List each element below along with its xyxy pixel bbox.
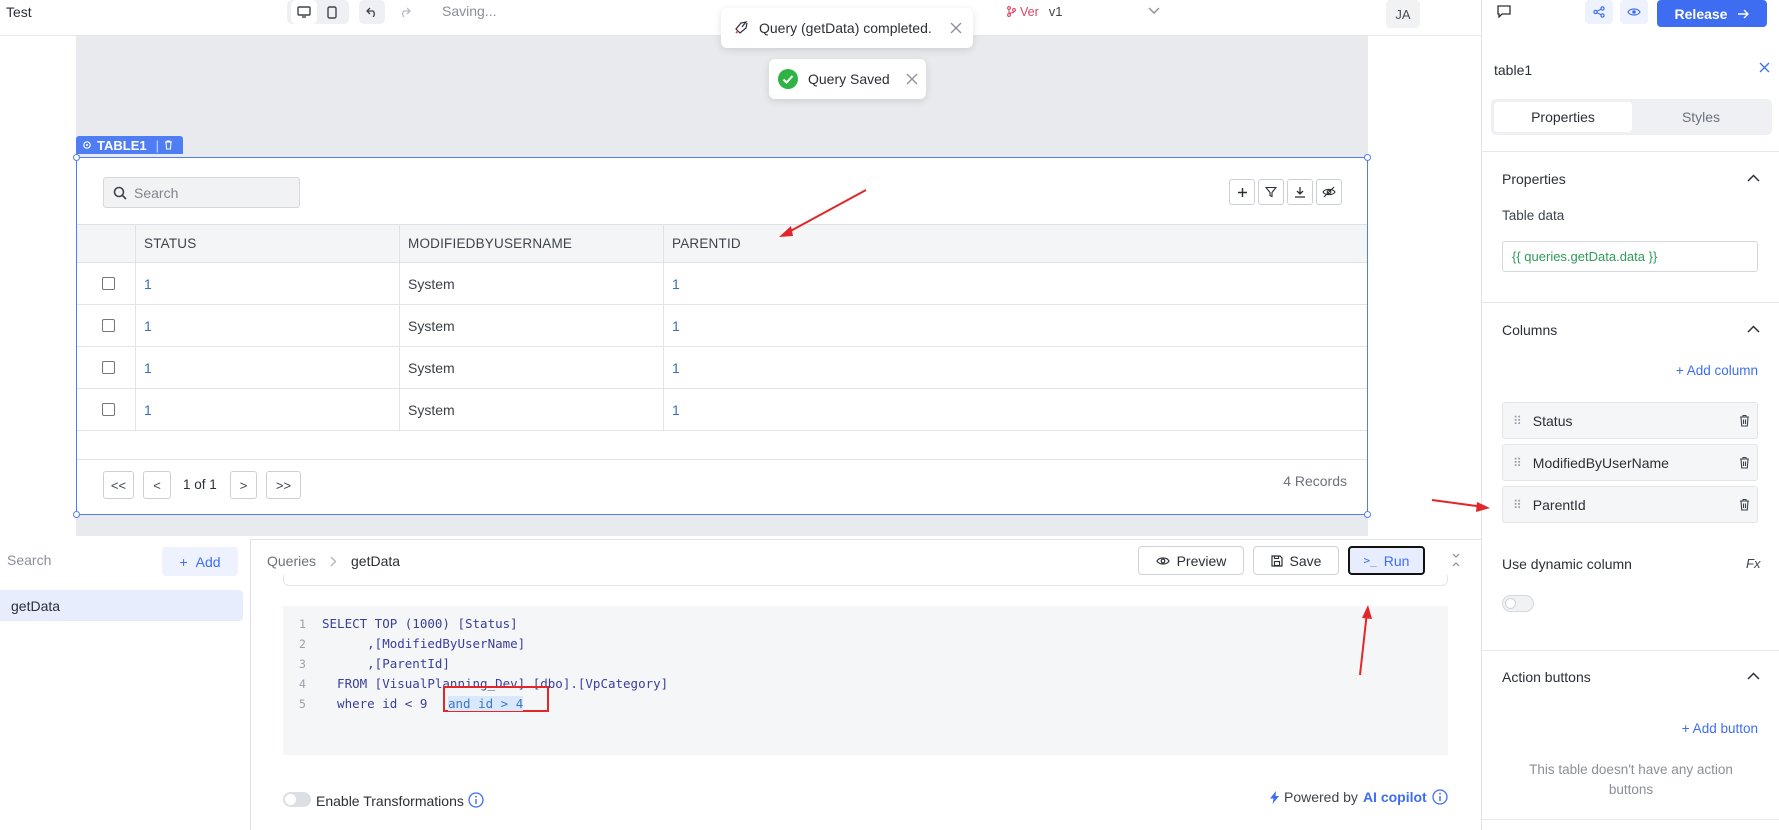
annotation-arrow <box>779 189 867 237</box>
annotation-overlay <box>779 189 1490 676</box>
annotation-arrow <box>1359 605 1372 676</box>
annotation-arrow <box>1431 499 1490 512</box>
